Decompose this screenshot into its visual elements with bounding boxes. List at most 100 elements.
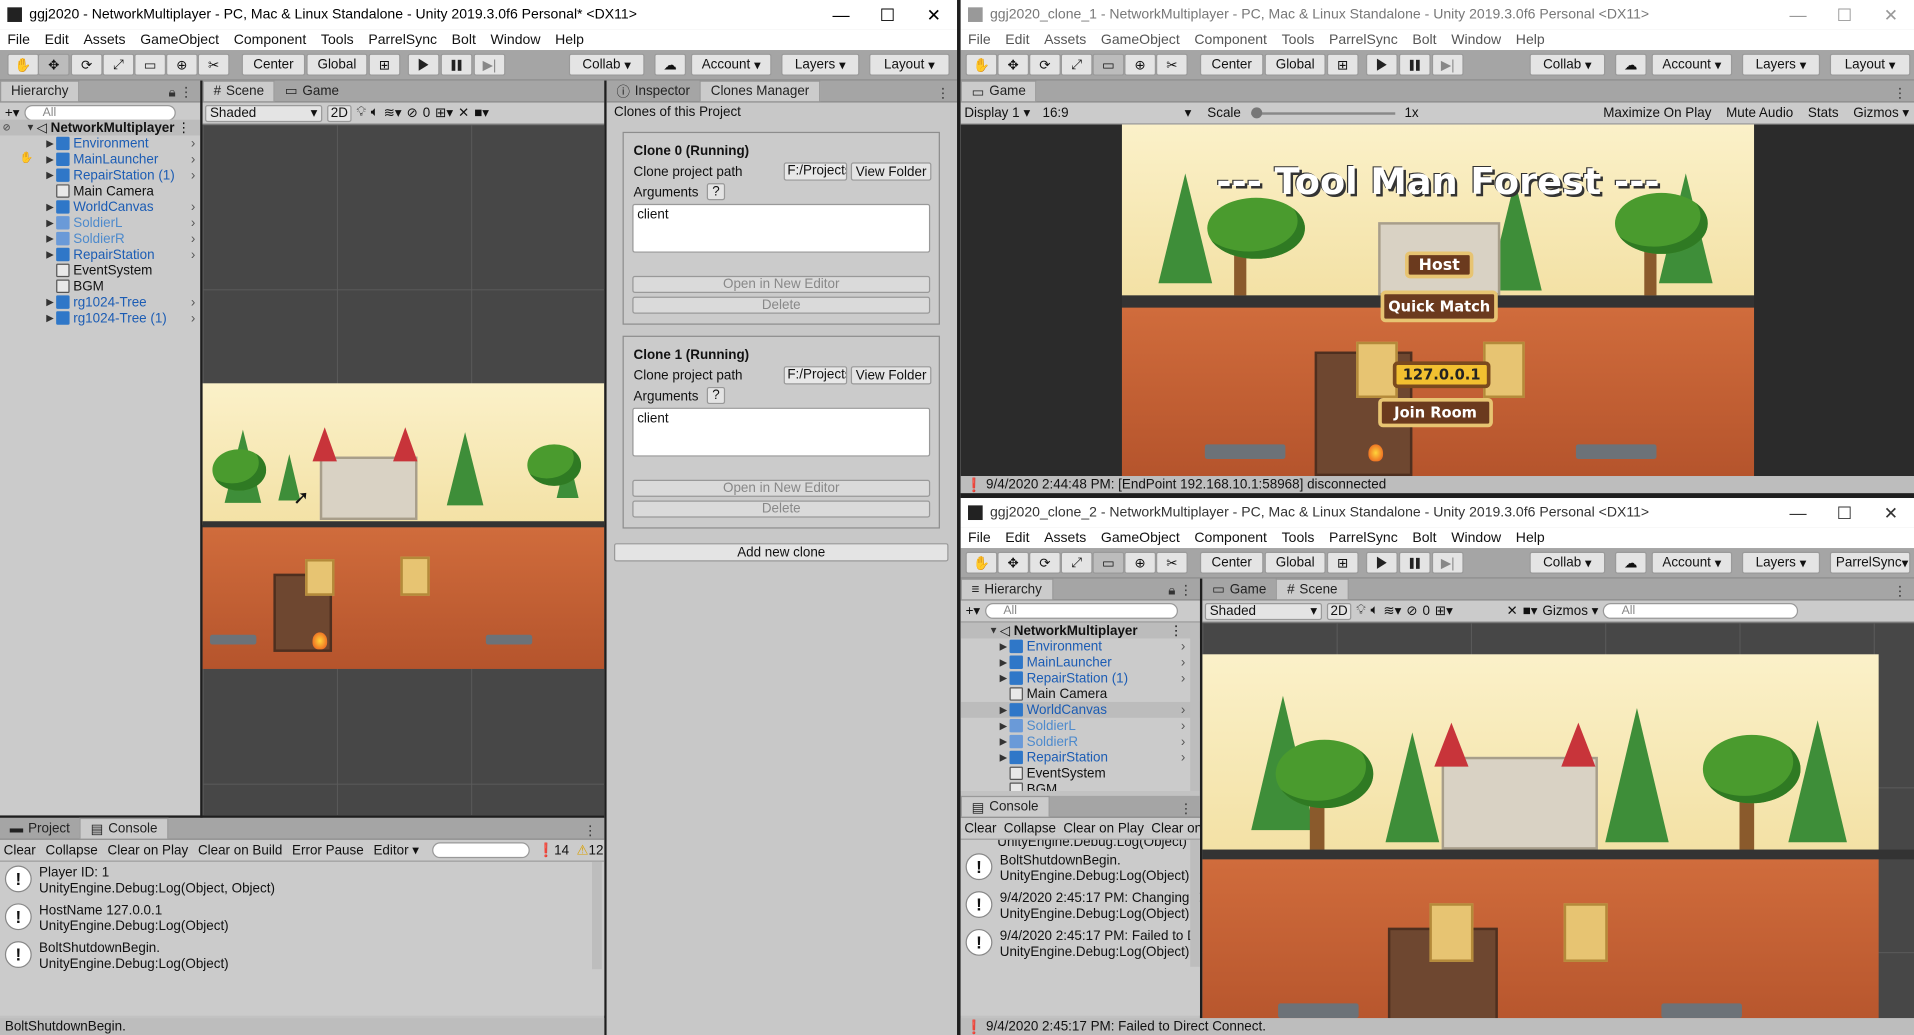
hierarchy-item[interactable]: ▶ SoldierL › (961, 718, 1200, 734)
menu-parrelsync[interactable]: ParrelSync (361, 32, 444, 47)
console-clear-on-build-button[interactable]: Clear on Build (194, 843, 286, 858)
expand-arrow-icon[interactable]: ▶ (997, 673, 1009, 684)
menu-bolt[interactable]: Bolt (1405, 530, 1444, 545)
step-button[interactable]: ▶| (1431, 53, 1464, 76)
scale-tool-icon[interactable]: ⤢ (102, 53, 135, 76)
expand-arrow-icon[interactable]: ▶ (44, 217, 56, 228)
account-dropdown[interactable]: Account ▾ (690, 53, 772, 76)
open-prefab-icon[interactable]: › (191, 152, 195, 167)
tab-inspector[interactable]: ⓘ Inspector (607, 81, 700, 102)
tab-game[interactable]: ▭ Game (275, 81, 349, 102)
clone2-scene-viewport[interactable] (1202, 622, 1914, 1035)
play-button[interactable] (1365, 551, 1398, 574)
console-clear-button[interactable]: Clear (961, 821, 1000, 836)
pivot-center-toggle[interactable]: Center (1199, 53, 1264, 76)
warning-count-toggle[interactable]: ⚠12 (576, 842, 603, 859)
account-dropdown[interactable]: Account ▾ (1651, 551, 1733, 574)
move-tool-icon[interactable]: ✥ (37, 53, 70, 76)
hierarchy-search-input[interactable]: All (985, 603, 1178, 619)
layout-dropdown[interactable]: Layout ▾ (869, 53, 950, 76)
menu-help[interactable]: Help (1508, 530, 1552, 545)
hierarchy-item[interactable]: ▶ SoldierL › (0, 215, 200, 231)
hierarchy-item[interactable]: Main Camera (0, 183, 200, 199)
parrelsync-dropdown[interactable]: ParrelSync ▾ (1829, 551, 1911, 574)
hand-tool-icon[interactable]: ✋ (965, 551, 998, 574)
log-count-toggle[interactable]: ❗14 (537, 842, 569, 859)
maximize-icon[interactable]: ☐ (864, 0, 910, 29)
hierarchy-item[interactable]: ▶ Environment › (0, 135, 200, 151)
console-collapse-button[interactable]: Collapse (1000, 821, 1060, 836)
menu-component[interactable]: Component (226, 32, 313, 47)
hidden-objects-icon[interactable]: ⊘ (1406, 603, 1417, 619)
menu-help[interactable]: Help (548, 32, 592, 47)
hierarchy-item[interactable]: Main Camera (961, 686, 1200, 702)
mute-audio-toggle[interactable]: Mute Audio (1721, 106, 1798, 121)
console-menu-icon[interactable]: ⋮ (583, 823, 596, 839)
expand-arrow-icon[interactable]: ▶ (44, 233, 56, 244)
audio-icon[interactable]: 🔈︎ (371, 105, 379, 121)
hierarchy-item[interactable]: ▶ RepairStation › (961, 750, 1200, 766)
transform-tool-icon[interactable]: ⊕ (1124, 551, 1157, 574)
menu-parrelsync[interactable]: ParrelSync (1322, 530, 1405, 545)
expand-arrow-icon[interactable]: ▶ (997, 752, 1009, 763)
menu-tools[interactable]: Tools (1274, 530, 1321, 545)
view-folder-button[interactable]: View Folder (850, 366, 932, 385)
menu-assets[interactable]: Assets (76, 32, 133, 47)
view-folder-button[interactable]: View Folder (850, 162, 932, 181)
console-scrollbar[interactable] (1190, 839, 1200, 967)
clone-path-field[interactable]: F:/Projects (783, 366, 848, 385)
menu-gameobject[interactable]: GameObject (1094, 530, 1187, 545)
menu-assets[interactable]: Assets (1037, 32, 1094, 47)
tab-game[interactable]: ▭ Game (960, 80, 1037, 102)
host-button[interactable]: Host (1405, 251, 1474, 279)
console-log-entry[interactable]: ! BoltShutdownBegin. UnityEngine.Debug:Log… (0, 937, 604, 975)
expand-arrow-icon[interactable]: ▶ (44, 201, 56, 212)
create-icon[interactable]: +▾ (5, 105, 20, 121)
root-menu-icon[interactable]: ⋮ (177, 120, 190, 136)
open-prefab-icon[interactable]: › (191, 247, 195, 262)
pivot-global-toggle[interactable]: Global (1264, 53, 1326, 76)
add-new-clone-button[interactable]: Add new clone (614, 543, 949, 562)
console-log-entry[interactable]: ! HostName 127.0.0.1 UnityEngine.Debug:Log… (0, 900, 604, 938)
hierarchy-item[interactable]: ▶ Environment › (961, 638, 1200, 654)
rect-tool-icon[interactable]: ▭ (134, 53, 167, 76)
console-clear-button[interactable]: Clear (0, 843, 39, 858)
close-icon[interactable]: ✕ (1868, 0, 1914, 29)
hierarchy-item[interactable]: ▶ MainLauncher › (961, 654, 1200, 670)
move-tool-icon[interactable]: ✥ (997, 53, 1030, 76)
menu-gameobject[interactable]: GameObject (1094, 32, 1187, 47)
layers-dropdown[interactable]: Layers ▾ (1741, 551, 1821, 574)
hidden-objects-icon[interactable]: ⊘ (407, 105, 418, 121)
close-icon[interactable]: ✕ (1868, 498, 1914, 527)
lighting-icon[interactable]: 💡︎ (356, 105, 365, 121)
hierarchy-item[interactable]: ▶ SoldierR › (0, 231, 200, 247)
pause-button[interactable] (440, 53, 473, 76)
menu-edit[interactable]: Edit (998, 530, 1037, 545)
collab-dropdown[interactable]: Collab ▾ (1529, 53, 1606, 76)
rotate-tool-icon[interactable]: ⟳ (1029, 53, 1061, 76)
transform-tool-icon[interactable]: ⊕ (166, 53, 198, 76)
open-prefab-icon[interactable]: › (1181, 671, 1185, 686)
menu-file[interactable]: File (961, 32, 998, 47)
console-collapse-button[interactable]: Collapse (42, 843, 102, 858)
expand-arrow-icon[interactable]: ▶ (997, 657, 1009, 668)
open-prefab-icon[interactable]: › (191, 295, 195, 310)
scene-viewport[interactable]: ➚ (202, 124, 605, 816)
hierarchy-item[interactable]: BGM (0, 278, 200, 294)
open-prefab-icon[interactable]: › (1181, 639, 1185, 654)
pivot-global-toggle[interactable]: Global (306, 53, 368, 76)
effects-icon[interactable]: ≋▾ (384, 105, 402, 121)
pause-button[interactable] (1398, 53, 1431, 76)
hand-tool-icon[interactable]: ✋ (965, 53, 998, 76)
move-tool-icon[interactable]: ✥ (997, 551, 1030, 574)
open-in-new-editor-button[interactable]: Open in New Editor (632, 479, 931, 497)
play-button[interactable] (407, 53, 440, 76)
expand-arrow-icon[interactable]: ▶ (44, 170, 56, 181)
scene-visibility-icon[interactable]: ⊘ (2, 122, 24, 133)
open-prefab-icon[interactable]: › (191, 168, 195, 183)
maximize-on-play-toggle[interactable]: Maximize On Play (1598, 106, 1716, 121)
menu-window[interactable]: Window (1444, 32, 1509, 47)
pivot-center-toggle[interactable]: Center (1199, 551, 1264, 574)
console-editor-dropdown[interactable]: Editor ▾ (370, 842, 423, 859)
expand-arrow-icon[interactable]: ▶ (44, 297, 56, 308)
